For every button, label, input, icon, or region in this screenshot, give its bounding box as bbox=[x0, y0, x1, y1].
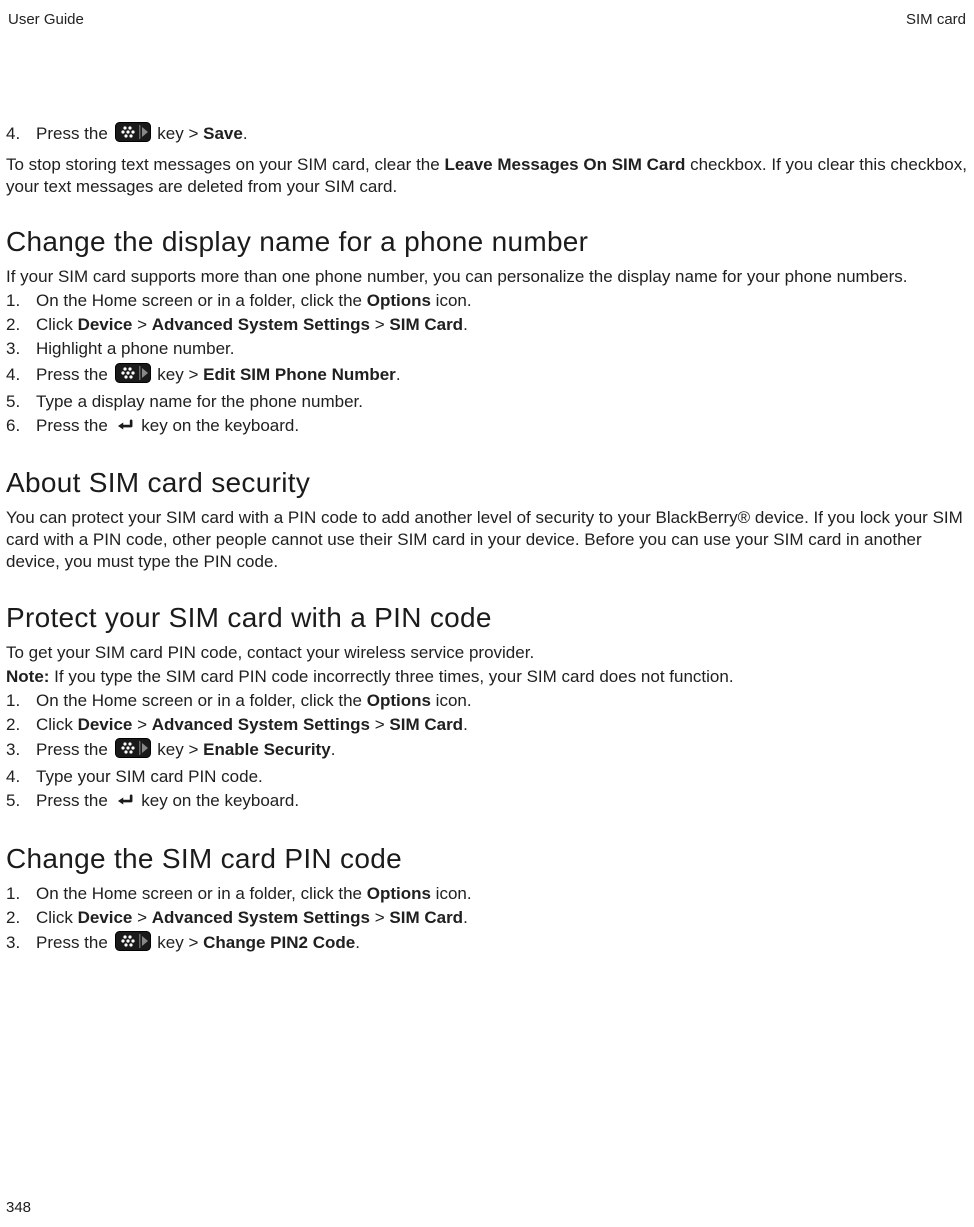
sec4-step3: 3. Press the key > Change PIN2 Code. bbox=[6, 931, 968, 957]
page-content: 4. Press the key > Save. To stop storing… bbox=[6, 30, 968, 958]
heading-change-sim-pin: Change the SIM card PIN code bbox=[6, 841, 968, 877]
sec1-step6: 6. Press the key on the keyboard. bbox=[6, 415, 968, 439]
prev-steps-continued: 4. Press the key > Save. bbox=[6, 122, 968, 148]
heading-about-sim-security: About SIM card security bbox=[6, 465, 968, 501]
heading-change-display-name: Change the display name for a phone numb… bbox=[6, 224, 968, 260]
enter-key-icon bbox=[115, 417, 135, 439]
sec4-steps: 1. On the Home screen or in a folder, cl… bbox=[6, 883, 968, 957]
blackberry-menu-key-icon bbox=[115, 363, 151, 389]
sec3-step2: 2. Click Device > Advanced System Settin… bbox=[6, 714, 968, 736]
sec3-step3: 3. Press the key > Enable Security. bbox=[6, 738, 968, 764]
step-number: 4. bbox=[6, 123, 36, 145]
blackberry-menu-key-icon bbox=[115, 931, 151, 957]
enter-key-icon bbox=[115, 792, 135, 814]
sec1-step4: 4. Press the key > Edit SIM Phone Number… bbox=[6, 363, 968, 389]
page-number: 348 bbox=[6, 1198, 31, 1218]
heading-protect-sim-pin: Protect your SIM card with a PIN code bbox=[6, 600, 968, 636]
sec1-step1: 1. On the Home screen or in a folder, cl… bbox=[6, 290, 968, 312]
paragraph-stop-storing: To stop storing text messages on your SI… bbox=[6, 154, 968, 198]
sec4-step1: 1. On the Home screen or in a folder, cl… bbox=[6, 883, 968, 905]
sec1-step2: 2. Click Device > Advanced System Settin… bbox=[6, 314, 968, 336]
blackberry-menu-key-icon bbox=[115, 738, 151, 764]
sec3-p1: To get your SIM card PIN code, contact y… bbox=[6, 642, 968, 664]
sec1-step3: 3. Highlight a phone number. bbox=[6, 338, 968, 360]
step-4-save: 4. Press the key > Save. bbox=[6, 122, 968, 148]
sec1-step5: 5. Type a display name for the phone num… bbox=[6, 391, 968, 413]
sec3-step1: 1. On the Home screen or in a folder, cl… bbox=[6, 690, 968, 712]
sec3-step4: 4. Type your SIM card PIN code. bbox=[6, 766, 968, 788]
sec1-steps: 1. On the Home screen or in a folder, cl… bbox=[6, 290, 968, 439]
page-header: User Guide SIM card bbox=[6, 10, 968, 30]
sec3-steps: 1. On the Home screen or in a folder, cl… bbox=[6, 690, 968, 814]
sec2-paragraph: You can protect your SIM card with a PIN… bbox=[6, 507, 968, 573]
header-left: User Guide bbox=[8, 10, 84, 30]
step-text: Press the key > Save. bbox=[36, 122, 968, 148]
blackberry-menu-key-icon bbox=[115, 122, 151, 148]
sec4-step2: 2. Click Device > Advanced System Settin… bbox=[6, 907, 968, 929]
header-right: SIM card bbox=[906, 10, 966, 30]
sec1-intro: If your SIM card supports more than one … bbox=[6, 266, 968, 288]
sec3-step5: 5. Press the key on the keyboard. bbox=[6, 790, 968, 814]
sec3-note: Note: If you type the SIM card PIN code … bbox=[6, 666, 968, 688]
